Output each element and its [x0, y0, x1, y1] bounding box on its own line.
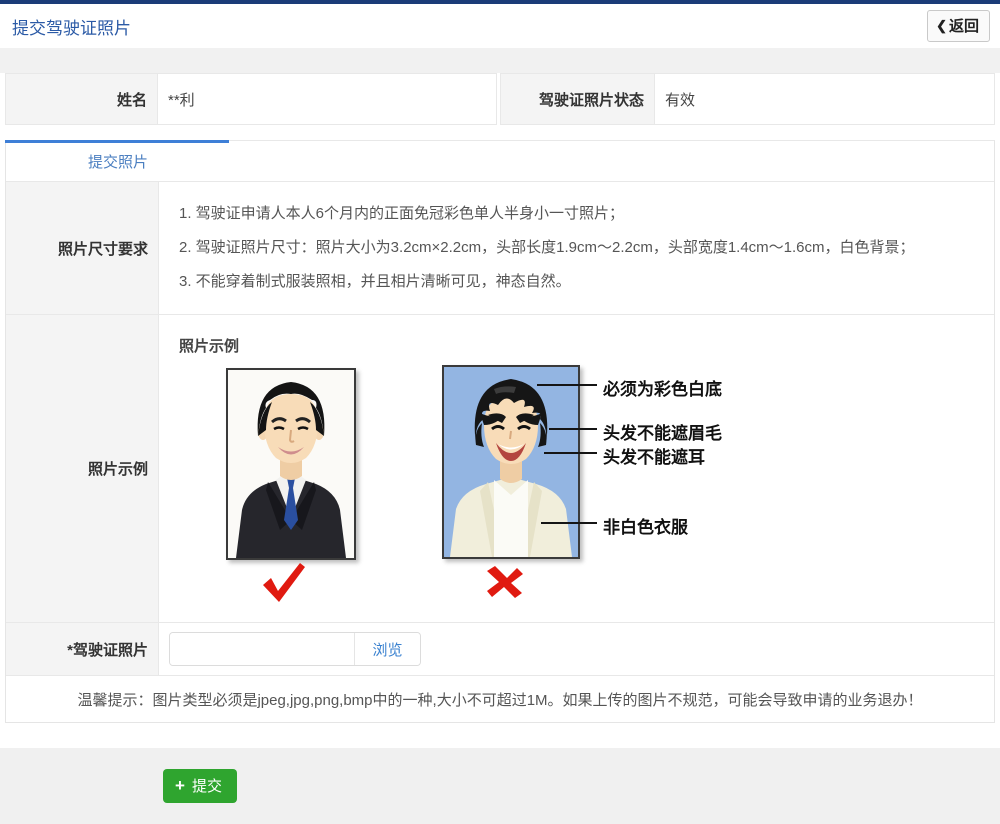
chevron-left-icon: ❮: [936, 18, 947, 34]
license-photo-status-value: 有效: [655, 73, 995, 125]
spacer: [0, 125, 1000, 140]
browse-button[interactable]: 浏览: [354, 633, 420, 665]
license-photo-upload-content: 浏览: [159, 623, 994, 675]
page-title: 提交驾驶证照片: [12, 14, 131, 39]
submit-button-label: 提交: [192, 775, 222, 796]
requirement-line: 1. 驾驶证申请人本人6个月内的正面免冠彩色单人半身小一寸照片；: [179, 197, 984, 231]
page-header: 提交驾驶证照片 ❮ 返回: [0, 4, 1000, 48]
tip-text: 温馨提示：图片类型必须是jpeg,jpg,png,bmp中的一种,大小不可超过1…: [77, 689, 922, 710]
requirement-line: 3. 不能穿着制式服装照相，并且相片清晰可见，神态自然。: [179, 265, 984, 299]
photo-requirements-content: 1. 驾驶证申请人本人6个月内的正面免冠彩色单人半身小一寸照片； 2. 驾驶证照…: [159, 182, 994, 314]
bad-photo-example: [442, 365, 580, 559]
name-value: **利: [158, 73, 497, 125]
annotation-line: [549, 428, 597, 430]
annotation-hair-ears: 头发不能遮耳: [603, 443, 705, 468]
plus-icon: +: [175, 777, 185, 794]
footer-bar: + 提交: [0, 748, 1000, 824]
annotation-line: [544, 452, 597, 454]
good-photo-illustration: [228, 370, 354, 558]
submit-photo-card: 提交照片 照片尺寸要求 1. 驾驶证申请人本人6个月内的正面免冠彩色单人半身小一…: [5, 140, 995, 723]
photo-requirements-row: 照片尺寸要求 1. 驾驶证申请人本人6个月内的正面免冠彩色单人半身小一寸照片； …: [6, 181, 994, 314]
tab-bar: 提交照片: [6, 141, 994, 181]
back-button[interactable]: ❮ 返回: [927, 10, 990, 42]
photo-example-label: 照片示例: [6, 315, 159, 622]
file-path-input[interactable]: [170, 633, 354, 665]
checkmark-icon: [259, 561, 307, 608]
requirement-line: 2. 驾驶证照片尺寸：照片大小为3.2cm×2.2cm，头部长度1.9cm～2.…: [179, 231, 984, 265]
photo-example-row: 照片示例 照片示例: [6, 314, 994, 622]
spacer: [0, 723, 1000, 748]
good-photo-example: [226, 368, 356, 560]
name-label: 姓名: [5, 73, 158, 125]
tip-row: 温馨提示：图片类型必须是jpeg,jpg,png,bmp中的一种,大小不可超过1…: [6, 675, 994, 722]
license-photo-upload-row: *驾驶证照片 浏览: [6, 622, 994, 675]
tab-submit-photo[interactable]: 提交照片: [6, 151, 230, 172]
active-tab-indicator: [5, 140, 229, 143]
license-photo-status-label: 驾驶证照片状态: [500, 73, 655, 125]
annotation-white-background: 必须为彩色白底: [603, 375, 722, 400]
x-mark-icon: [485, 565, 525, 604]
back-button-label: 返回: [949, 15, 979, 36]
photo-requirements-label: 照片尺寸要求: [6, 182, 159, 314]
annotation-hair-eyebrows: 头发不能遮眉毛: [603, 419, 722, 444]
photo-example-content: 照片示例: [159, 315, 994, 622]
header-divider-strip: [0, 48, 1000, 73]
file-upload-group: 浏览: [169, 632, 421, 666]
annotation-line: [541, 522, 597, 524]
annotation-line: [537, 384, 597, 386]
bad-photo-illustration: [444, 367, 578, 557]
photo-example-title: 照片示例: [179, 335, 239, 356]
user-info-row: 姓名 **利 驾驶证照片状态 有效: [5, 73, 995, 125]
annotation-non-white-clothes: 非白色衣服: [603, 513, 688, 538]
license-photo-upload-label: *驾驶证照片: [6, 623, 159, 675]
submit-button[interactable]: + 提交: [163, 769, 237, 803]
